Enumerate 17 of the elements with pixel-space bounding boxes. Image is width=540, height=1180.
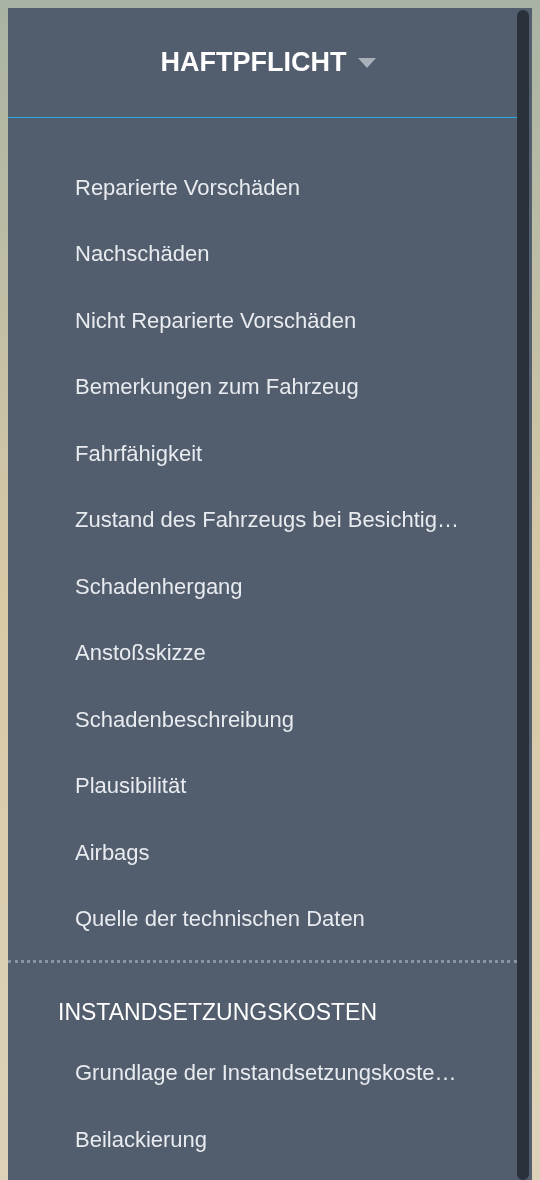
menu-item[interactable]: Plausibilität: [8, 752, 517, 819]
menu-item[interactable]: Bemerkungen zum Fahrzeug: [8, 353, 517, 420]
menu-item[interactable]: Nachschäden: [8, 220, 517, 287]
caret-icon: [358, 57, 377, 68]
menu-item[interactable]: Zustand des Fahrzeugs bei Besichtig…: [8, 486, 517, 553]
menu-item[interactable]: Schadenhergang: [8, 553, 517, 620]
section-heading: INSTANDSETZUNGSKOSTEN: [57, 998, 379, 1027]
menu-item[interactable]: Quelle der technischen Daten: [8, 885, 517, 952]
menu-item[interactable]: Nicht Reparierte Vorschäden: [8, 287, 517, 354]
scrollbar[interactable]: [517, 10, 529, 1180]
menu-item[interactable]: Fahrfähigkeit: [8, 420, 517, 487]
menu-item[interactable]: Beilackierung: [8, 1106, 517, 1173]
menu-item[interactable]: Reparierte Vorschäden: [8, 154, 517, 221]
menu-item[interactable]: Grundlage der Instandsetzungskoste…: [8, 1039, 517, 1106]
menu-item[interactable]: Anstoßskizze: [8, 619, 517, 686]
menu-item[interactable]: Schadenbeschreibung: [8, 686, 517, 753]
menu-item[interactable]: Airbags: [8, 819, 517, 886]
